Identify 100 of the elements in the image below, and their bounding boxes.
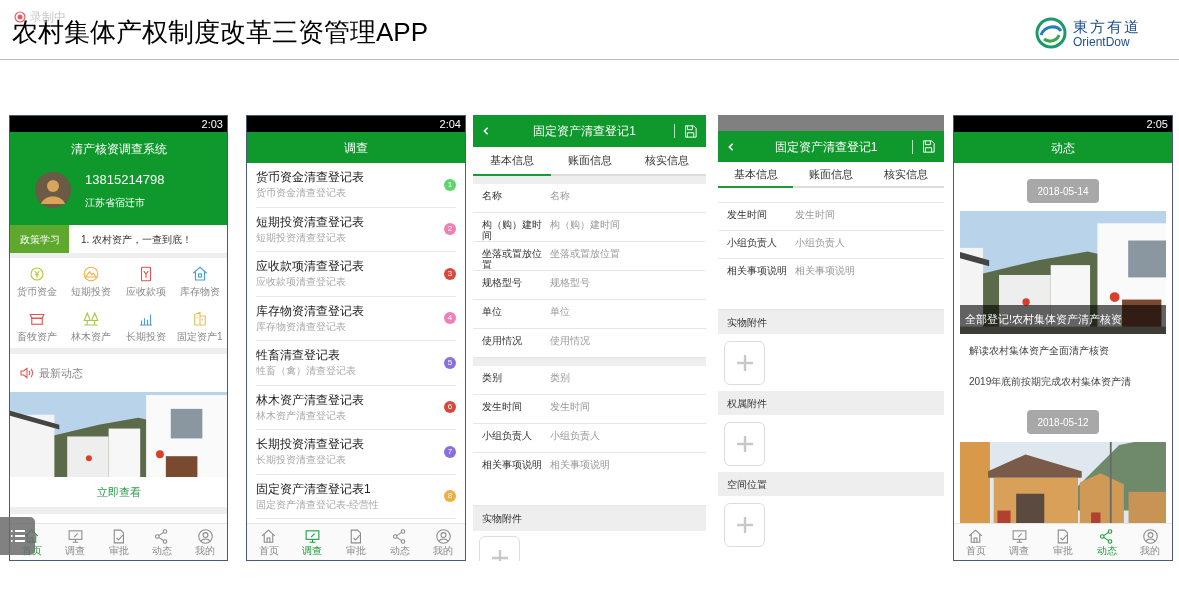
field-label: 规格型号 [482, 277, 523, 288]
item-subtitle: 长期投资清查登记表 [256, 454, 347, 467]
input-field[interactable]: 使用情况 [550, 335, 706, 346]
shortcut-button[interactable]: 畜牧资产 [10, 303, 65, 348]
status-time: 2:03 [201, 118, 223, 130]
user-icon [1141, 528, 1159, 545]
nav-tab[interactable]: 我的 [183, 524, 227, 560]
logo-latin: OrientDow [1073, 35, 1131, 48]
logo-name: 東方有道 [1073, 18, 1141, 34]
item-subtitle: 货币资金清查登记表 [256, 187, 347, 200]
nav-tab[interactable]: 审批 [96, 524, 141, 560]
section-header: 实物附件 [473, 506, 706, 531]
item-title: 固定资产清查登记表1 [256, 481, 372, 497]
nav-tab[interactable]: 动态 [1084, 524, 1129, 560]
nav-tab[interactable]: 调查 [53, 524, 97, 560]
status-time: 2:04 [439, 118, 461, 130]
shortcut-button[interactable]: 短期投资 [64, 258, 119, 303]
save-button[interactable] [921, 139, 936, 154]
view-now-link[interactable]: 立即查看 [96, 483, 141, 501]
field-label: 相关事项说明 [727, 265, 788, 276]
shortcut-button[interactable]: 货币资金 [10, 258, 65, 303]
monitor-icon [303, 528, 321, 545]
input-field[interactable]: 发生时间 [795, 209, 944, 220]
input-field[interactable]: 名称 [550, 190, 706, 201]
number-badge: 3 [444, 267, 456, 280]
shortcut-button[interactable]: 应收款项 [118, 258, 173, 303]
save-icon [683, 123, 698, 139]
item-title: 长期投资清查登记表 [256, 437, 365, 452]
chevron-left-icon [726, 141, 736, 152]
chevron-left-icon [481, 126, 491, 136]
input-field[interactable]: 小组负责人 [550, 430, 706, 441]
location-text: 江苏省宿迁市 [85, 195, 146, 210]
number-badge: 5 [444, 356, 456, 369]
section-header: 空间位置 [718, 472, 944, 496]
shortcut-button[interactable]: 林木资产 [64, 303, 119, 348]
nav-tab[interactable]: 我的 [421, 524, 465, 560]
input-field[interactable]: 小组负责人 [795, 237, 944, 248]
input-field[interactable]: 相关事项说明 [795, 265, 944, 276]
header-title: 固定资产清查登记1 [773, 138, 879, 156]
item-subtitle: 牲畜（禽）清查登记表 [256, 365, 357, 378]
field-label: 发生时间 [727, 209, 768, 220]
monitor-icon [1010, 528, 1028, 545]
save-button[interactable] [683, 123, 698, 139]
header-title: 调查 [344, 139, 368, 157]
input-field[interactable]: 规格型号 [550, 277, 706, 288]
field-label: 小组负责人 [727, 237, 778, 248]
input-field[interactable]: 类别 [550, 372, 706, 383]
item-title: 牲畜清查登记表 [256, 348, 341, 363]
header-title: 清产核资调查系统 [69, 141, 168, 158]
field-label: 构（购）建时间 [482, 219, 543, 241]
user-icon [196, 528, 214, 545]
shortcut-button[interactable]: 库存物资 [172, 258, 227, 303]
input-field[interactable]: 单位 [550, 306, 706, 317]
speaker-icon [19, 365, 35, 381]
house-icon [967, 528, 985, 545]
plus-icon [734, 352, 755, 373]
item-subtitle: 固定资产清查登记表-经营性 [256, 498, 381, 511]
field-label: 单位 [482, 306, 503, 317]
nav-tab[interactable]: 调查 [997, 524, 1042, 560]
plus-icon [734, 433, 755, 454]
nav-tab[interactable]: 首页 [954, 524, 998, 560]
section-title: 最新动态 [39, 365, 83, 381]
field-label: 类别 [482, 372, 503, 383]
nav-tab[interactable]: 动态 [140, 524, 184, 560]
nav-tab[interactable]: 动态 [377, 524, 422, 560]
item-title: 林木资产清查登记表 [256, 392, 365, 408]
date-label: 2018-05-12 [1027, 410, 1099, 434]
policy-tab[interactable]: 政策学习 [10, 225, 69, 253]
header-title: 固定资产清查登记1 [532, 123, 637, 140]
nav-tab[interactable]: 调查 [290, 524, 335, 560]
nav-tab[interactable]: 我的 [1128, 524, 1172, 560]
item-title: 应收款项清查登记表 [256, 259, 365, 274]
nav-tab[interactable]: 审批 [334, 524, 378, 560]
monitor-icon [66, 528, 84, 545]
input-field[interactable]: 坐落或置放位置 [550, 248, 706, 259]
item-title: 库存物资清查登记表 [256, 303, 365, 319]
house-icon [260, 528, 278, 545]
input-field[interactable]: 发生时间 [550, 401, 706, 412]
avatar [35, 171, 71, 208]
nav-tab[interactable]: 审批 [1041, 524, 1085, 560]
section-header: 权属附件 [718, 391, 944, 415]
news-ticker: 1. 农村资产，一查到底！ [81, 232, 193, 247]
house-icon [190, 264, 209, 283]
field-label: 相关事项说明 [482, 459, 543, 470]
logo-icon [1035, 17, 1067, 49]
nav-tab[interactable]: 首页 [247, 524, 291, 560]
input-field[interactable]: 相关事项说明 [550, 459, 706, 470]
field-label: 名称 [482, 190, 503, 201]
header-title: 动态 [1051, 139, 1075, 157]
news-headline: 全部登记!农村集体资产清产核资 [960, 305, 1166, 334]
user-icon [434, 528, 452, 545]
input-field[interactable]: 构（购）建时间 [550, 219, 706, 230]
number-badge: 7 [444, 445, 456, 458]
field-label: 坐落或置放位置 [482, 248, 543, 270]
date-label: 2018-05-14 [1027, 179, 1099, 203]
number-badge: 4 [444, 312, 456, 325]
item-title: 短期投资清查登记表 [256, 214, 365, 230]
shortcut-button[interactable]: 长期投资 [118, 303, 173, 348]
number-badge: 1 [444, 178, 456, 191]
shortcut-button[interactable]: 固定资产1 [172, 303, 227, 348]
